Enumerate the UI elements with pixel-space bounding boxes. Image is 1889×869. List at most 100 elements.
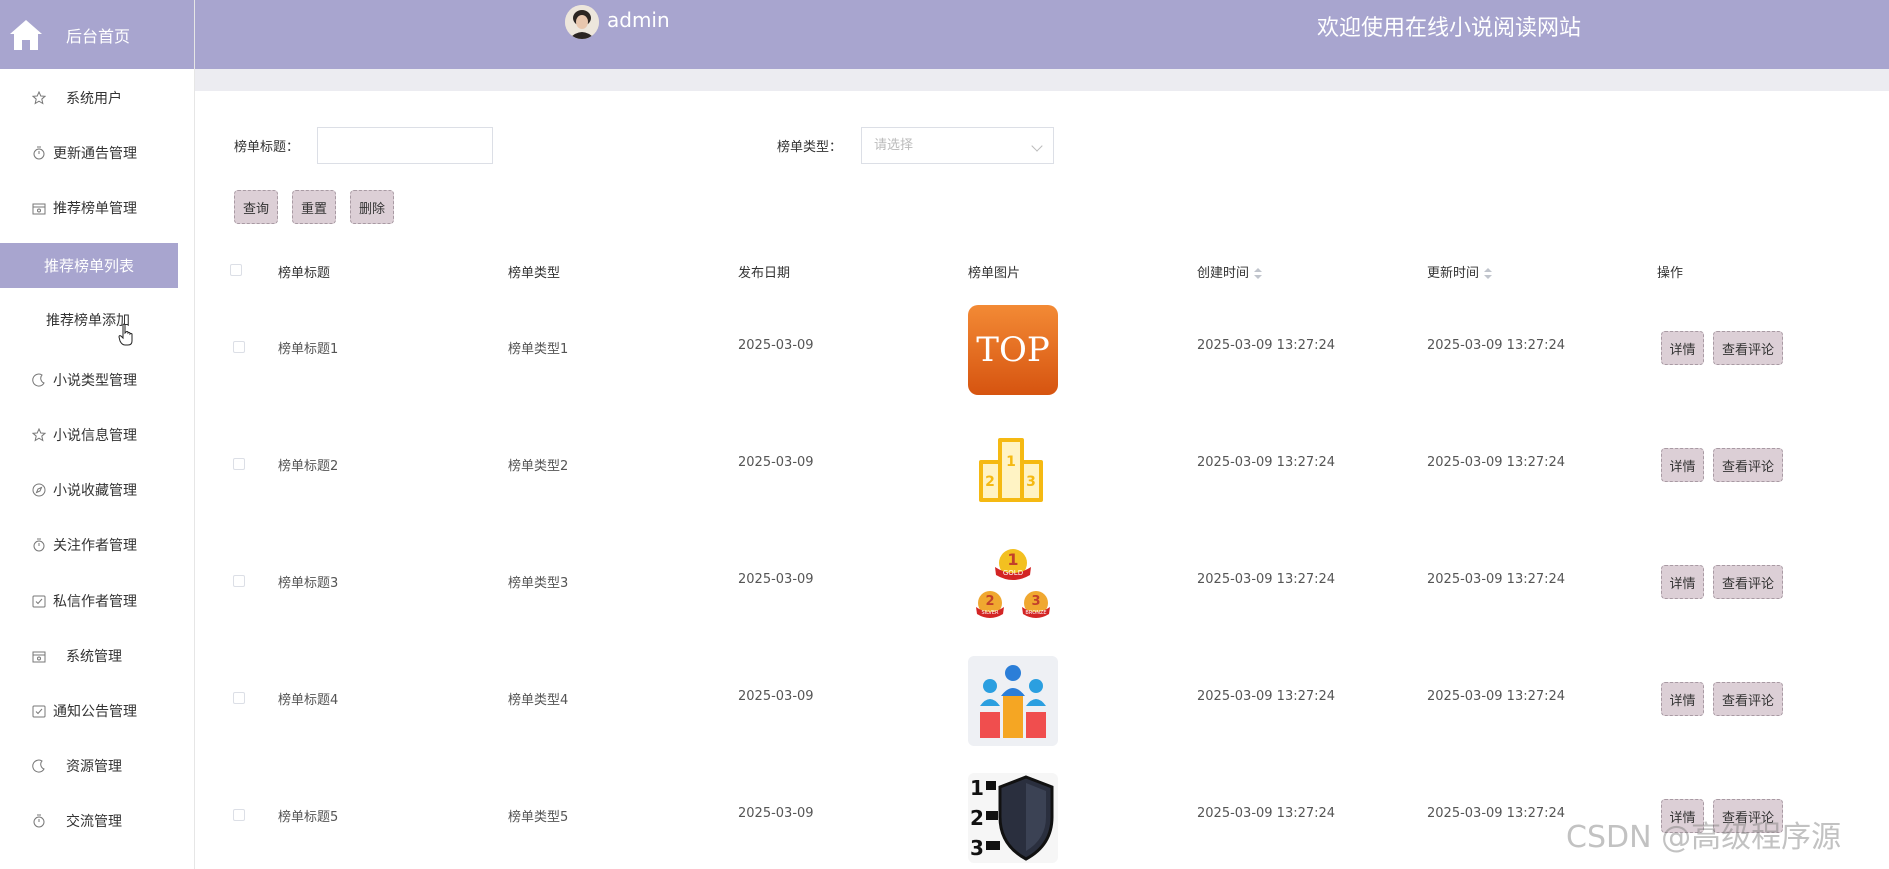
svg-text:GOLD: GOLD [1003,569,1023,577]
compass-icon [32,483,46,501]
sidebar-item-6[interactable]: 关注作者管理 [0,529,194,561]
view-comments-button[interactable]: 查看评论 [1713,682,1783,716]
checkbox-icon [32,704,46,722]
cell-date: 2025-03-09 [738,338,814,353]
column-header-updated[interactable]: 更新时间 [1427,262,1493,281]
list-image-top-badge[interactable]: TOP [968,305,1058,395]
column-header-title: 榜单标题 [278,266,331,281]
svg-text:1: 1 [1006,454,1016,470]
cell-title: 榜单标题4 [278,693,339,708]
detail-button[interactable]: 详情 [1661,565,1704,599]
cell-created: 2025-03-09 13:27:24 [1197,572,1336,587]
sidebar-item-5[interactable]: 小说收藏管理 [0,474,194,506]
svg-text:2: 2 [985,474,995,490]
chevron-down-icon [1031,140,1043,152]
sidebar-item-9[interactable]: 通知公告管理 [0,695,194,727]
row-checkbox[interactable] [233,575,245,587]
svg-text:BRONZE: BRONZE [1025,610,1046,616]
cell-title: 榜单标题2 [278,459,339,474]
logo[interactable]: 后台首页 [0,0,194,69]
box-icon [32,201,46,219]
svg-text:3: 3 [1026,474,1036,490]
sidebar-item-label: 交流管理 [66,814,122,830]
cell-type: 榜单类型3 [508,576,569,591]
column-header-actions: 操作 [1657,266,1684,281]
cell-date: 2025-03-09 [738,806,814,821]
svg-text:2: 2 [970,806,984,830]
column-header-date: 发布日期 [738,266,791,281]
home-icon [10,19,42,50]
sidebar-item-7[interactable]: 私信作者管理 [0,585,194,617]
cell-created: 2025-03-09 13:27:24 [1197,689,1336,704]
detail-button[interactable]: 详情 [1661,448,1704,482]
timer-icon [32,814,46,832]
svg-text:3: 3 [970,836,984,860]
column-header-type: 榜单类型 [508,266,561,281]
detail-button[interactable]: 详情 [1661,331,1704,365]
list-image-people-podium[interactable] [968,656,1058,746]
sidebar-item-label: 资源管理 [66,759,122,775]
top-header: admin 欢迎使用在线小说阅读网站 [195,0,1889,69]
hand-cursor-icon [118,323,133,346]
sidebar-item-label: 私信作者管理 [53,594,137,610]
sidebar-item-2[interactable]: 推荐榜单管理 [0,192,194,224]
query-button[interactable]: 查询 [234,190,278,224]
row-checkbox[interactable] [233,809,245,821]
username[interactable]: admin [607,8,670,32]
sidebar-item-10[interactable]: 资源管理 [0,750,194,782]
sidebar-item-label: 系统用户 [66,91,122,107]
timer-icon [32,538,46,556]
sidebar-item-3[interactable]: 小说类型管理 [0,364,194,396]
column-header-image: 榜单图片 [968,266,1021,281]
view-comments-button[interactable]: 查看评论 [1713,565,1783,599]
title-input[interactable] [317,127,493,164]
detail-button[interactable]: 详情 [1661,682,1704,716]
sidebar-item-4[interactable]: 小说信息管理 [0,419,194,451]
cell-title: 榜单标题5 [278,810,339,825]
sidebar-item-label: 小说信息管理 [53,428,137,444]
list-image-gold-medals[interactable]: GOLD 1 2 SILVER 3 BRONZE [968,539,1058,629]
svg-text:3: 3 [1031,594,1040,609]
moon-icon [32,373,46,391]
sidebar-item-label: 关注作者管理 [53,538,137,554]
cell-updated: 2025-03-09 13:27:24 [1427,689,1566,704]
timer-icon [32,146,46,164]
view-comments-button[interactable]: 查看评论 [1713,331,1783,365]
svg-text:1: 1 [970,776,984,800]
cell-created: 2025-03-09 13:27:24 [1197,455,1336,470]
column-header-created[interactable]: 创建时间 [1197,262,1263,281]
sort-icon[interactable] [1254,267,1263,280]
sidebar-item-label: 小说收藏管理 [53,483,137,499]
row-checkbox[interactable] [233,341,245,353]
reset-button[interactable]: 重置 [292,190,336,224]
logo-text: 后台首页 [66,26,131,46]
tab-bar [195,69,1889,91]
cell-type: 榜单类型5 [508,810,569,825]
list-image-podium-outline[interactable]: 12 3 [968,422,1058,512]
view-comments-button[interactable]: 查看评论 [1713,448,1783,482]
column-header-created-label: 创建时间 [1197,266,1250,281]
list-image-ranked-shield[interactable]: 1 2 3 [968,773,1058,863]
type-select[interactable]: 请选择 [861,127,1054,164]
cell-date: 2025-03-09 [738,689,814,704]
submenu-item-list[interactable]: 推荐榜单列表 [0,243,178,288]
sidebar-item-label: 小说类型管理 [53,373,137,389]
sidebar-item-11[interactable]: 交流管理 [0,805,194,837]
cell-date: 2025-03-09 [738,455,814,470]
delete-button[interactable]: 删除 [350,190,394,224]
avatar[interactable] [565,5,599,39]
sidebar-item-0[interactable]: 系统用户 [0,82,194,114]
sidebar-item-label: 更新通告管理 [53,146,137,162]
cell-updated: 2025-03-09 13:27:24 [1427,572,1566,587]
star-icon [31,427,47,446]
row-checkbox[interactable] [233,692,245,704]
svg-text:2: 2 [985,594,994,609]
cell-type: 榜单类型1 [508,342,569,357]
sidebar-item-8[interactable]: 系统管理 [0,640,194,672]
sort-icon[interactable] [1484,267,1493,280]
row-checkbox[interactable] [233,458,245,470]
cell-type: 榜单类型2 [508,459,569,474]
moon-icon [32,759,46,777]
select-all-checkbox[interactable] [230,264,242,276]
sidebar-item-1[interactable]: 更新通告管理 [0,137,194,169]
